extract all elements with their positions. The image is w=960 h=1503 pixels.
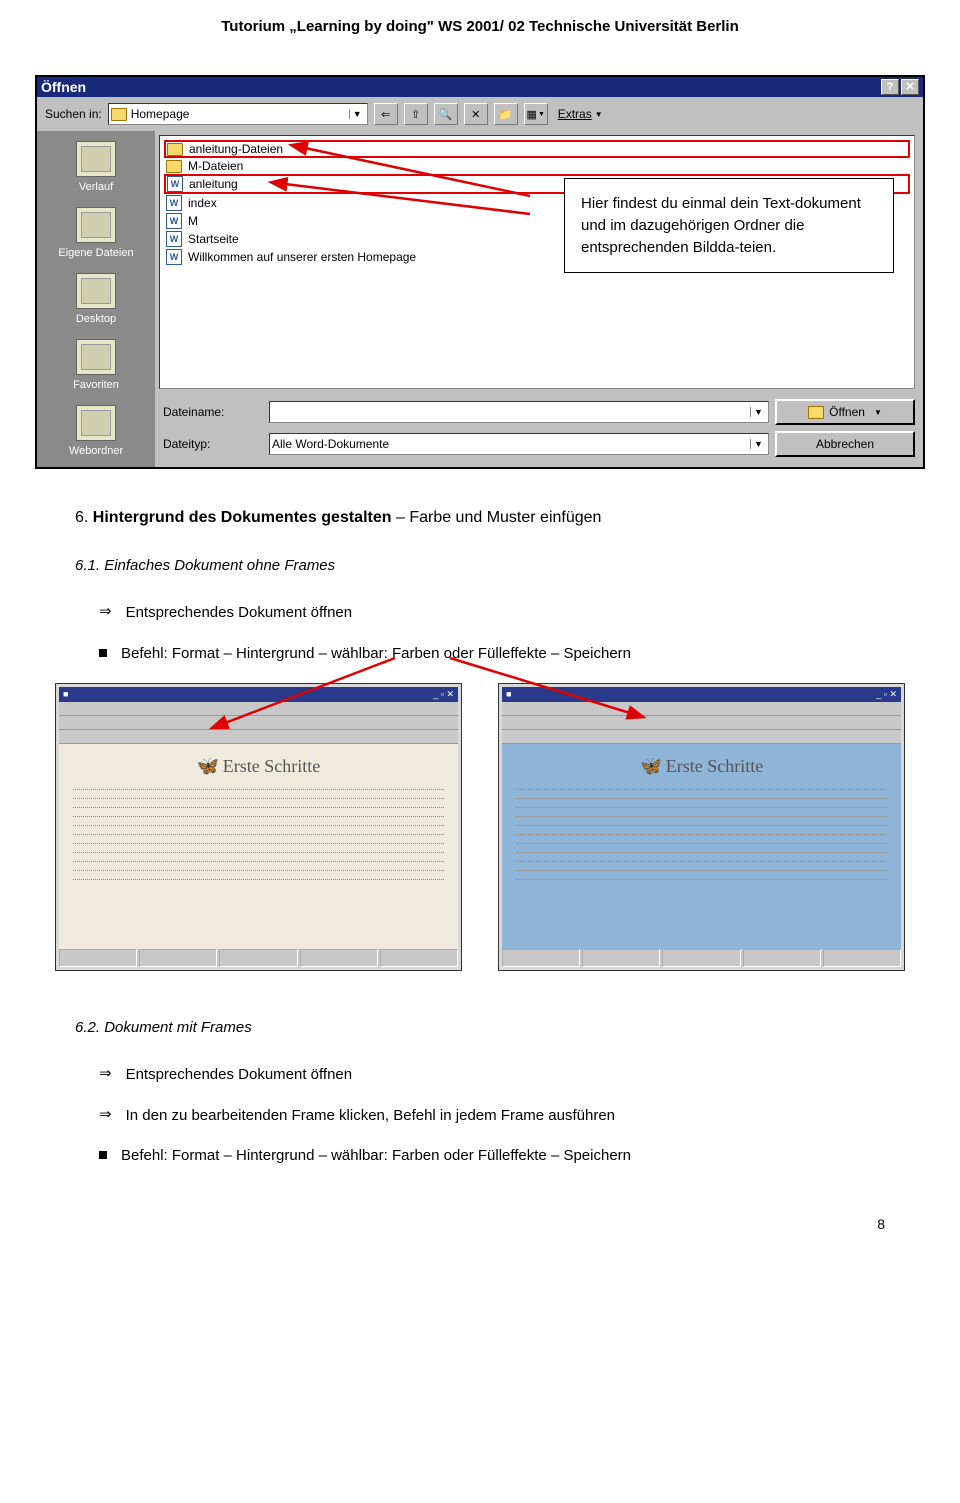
filename-label: Dateiname:: [163, 405, 263, 419]
section-6-2-heading: 6.2. Dokument mit Frames: [75, 1019, 885, 1036]
places-bar: Verlauf Eigene Dateien Desktop Favoriten…: [37, 131, 155, 467]
file-name: Startseite: [188, 232, 239, 246]
chevron-down-icon: ▼: [595, 110, 603, 119]
file-list[interactable]: anleitung-Dateien M-Dateien Wanleitung Wind…: [159, 135, 915, 389]
section-6-1-heading: 6.1. Einfaches Dokument ohne Frames: [75, 557, 885, 574]
arrow-bullet-icon: ⇒: [99, 1064, 112, 1087]
lookin-value: Homepage: [131, 107, 190, 121]
extras-menu[interactable]: Extras ▼: [554, 107, 607, 121]
chevron-down-icon[interactable]: ▼: [349, 109, 365, 119]
filetype-select[interactable]: Alle Word-Dokumente ▼: [269, 433, 769, 455]
extras-label: Extras: [558, 107, 592, 121]
lookin-label: Suchen in:: [45, 107, 102, 121]
filetype-label: Dateityp:: [163, 437, 263, 451]
open-dialog: Öffnen ? ✕ Suchen in: Homepage ▼ ⇐ ⇧ 🔍 ✕…: [35, 75, 925, 469]
close-button[interactable]: ✕: [901, 79, 919, 95]
word-doc-icon: W: [166, 213, 182, 229]
chevron-down-icon[interactable]: ▼: [750, 439, 766, 449]
places-favorites[interactable]: Favoriten: [73, 339, 119, 391]
back-button[interactable]: ⇐: [374, 103, 398, 125]
lookin-row: Suchen in: Homepage ▼ ⇐ ⇧ 🔍 ✕ 📁 ▦▼ Extra…: [37, 97, 923, 131]
file-name: anleitung: [189, 177, 238, 191]
up-button[interactable]: ⇧: [404, 103, 428, 125]
list-item-text: Befehl: Format – Hintergrund – wählbar: …: [121, 643, 631, 666]
open-button[interactable]: Öffnen ▼: [775, 399, 915, 425]
page-number: 8: [0, 1186, 960, 1252]
section-6-1-items: ⇒ Entsprechendes Dokument öffnen Befehl: F…: [99, 602, 885, 665]
file-name: anleitung-Dateien: [189, 142, 283, 156]
views-button[interactable]: ▦▼: [524, 103, 548, 125]
arrow-bullet-icon: ⇒: [99, 1105, 112, 1128]
places-history[interactable]: Verlauf: [76, 141, 116, 193]
list-item-text: Entsprechendes Dokument öffnen: [126, 1064, 353, 1087]
list-item-text: In den zu bearbeitenden Frame klicken, B…: [126, 1105, 615, 1128]
section-6-2-items: ⇒ Entsprechendes Dokument öffnen ⇒ In den z…: [99, 1064, 885, 1168]
file-name: index: [188, 196, 217, 210]
places-desktop[interactable]: Desktop: [76, 273, 116, 325]
file-item[interactable]: M-Dateien: [164, 158, 910, 174]
word-doc-icon: W: [166, 231, 182, 247]
folder-icon: [167, 143, 183, 156]
delete-button[interactable]: ✕: [464, 103, 488, 125]
list-item-text: Entsprechendes Dokument öffnen: [126, 602, 353, 625]
places-mydocs[interactable]: Eigene Dateien: [58, 207, 133, 259]
page-header: Tutorium „Learning by doing" WS 2001/ 02…: [0, 0, 960, 45]
list-item: ⇒ Entsprechendes Dokument öffnen: [99, 1064, 885, 1087]
screenshot-left: ■_ ▫ ✕ 🦋Erste Schritte: [55, 683, 462, 971]
places-webfolders[interactable]: Webordner: [69, 405, 123, 457]
open-folder-icon: [808, 406, 824, 419]
list-item: Befehl: Format – Hintergrund – wählbar: …: [99, 1145, 885, 1168]
help-button[interactable]: ?: [881, 79, 899, 95]
folder-icon: [111, 108, 127, 121]
file-item[interactable]: anleitung-Dateien: [164, 140, 910, 158]
list-item: Befehl: Format – Hintergrund – wählbar: …: [99, 643, 885, 666]
callout-annotation: Hier findest du einmal dein Text-dokumen…: [564, 178, 894, 273]
word-doc-icon: W: [167, 176, 183, 192]
dialog-title: Öffnen: [41, 79, 86, 95]
file-name: M-Dateien: [188, 159, 243, 173]
comparison-screenshots: ■_ ▫ ✕ 🦋Erste Schritte ■_ ▫ ✕ 🦋Erste Sch…: [55, 683, 905, 971]
dialog-titlebar: Öffnen ? ✕: [37, 77, 923, 97]
list-item: ⇒ Entsprechendes Dokument öffnen: [99, 602, 885, 625]
filename-input[interactable]: ▼: [269, 401, 769, 423]
section-6-heading: 6. Hintergrund des Dokumentes gestalten …: [75, 509, 885, 527]
word-doc-icon: W: [166, 249, 182, 265]
square-bullet-icon: [99, 649, 107, 657]
word-doc-icon: W: [166, 195, 182, 211]
search-web-button[interactable]: 🔍: [434, 103, 458, 125]
file-name: M: [188, 214, 198, 228]
folder-icon: [166, 160, 182, 173]
new-folder-button[interactable]: 📁: [494, 103, 518, 125]
lookin-combobox[interactable]: Homepage ▼: [108, 103, 368, 125]
chevron-down-icon[interactable]: ▼: [750, 407, 766, 417]
square-bullet-icon: [99, 1151, 107, 1159]
arrow-bullet-icon: ⇒: [99, 602, 112, 625]
screenshot-right: ■_ ▫ ✕ 🦋Erste Schritte: [498, 683, 905, 971]
list-item-text: Befehl: Format – Hintergrund – wählbar: …: [121, 1145, 631, 1168]
file-name: Willkommen auf unserer ersten Homepage: [188, 250, 416, 264]
cancel-button[interactable]: Abbrechen: [775, 431, 915, 457]
list-item: ⇒ In den zu bearbeitenden Frame klicken, …: [99, 1105, 885, 1128]
